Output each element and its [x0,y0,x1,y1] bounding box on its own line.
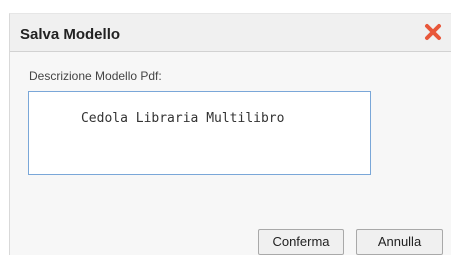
dialog-content: Descrizione Modello Pdf: Cedola Libraria… [10,52,451,256]
confirm-button[interactable]: Conferma [258,229,344,255]
dialog-titlebar: Salva Modello [10,14,451,52]
cancel-button[interactable]: Annulla [356,229,443,255]
description-textarea[interactable]: Cedola Libraria Multilibro [28,91,371,175]
save-model-dialog: Salva Modello Descrizione Modello Pdf: C… [9,13,451,255]
description-value: Cedola Libraria Multilibro [80,111,285,126]
resize-handle-icon[interactable] [360,164,369,173]
dialog-title: Salva Modello [20,26,121,43]
close-icon[interactable] [423,22,443,42]
description-label: Descrizione Modello Pdf: [29,69,162,83]
